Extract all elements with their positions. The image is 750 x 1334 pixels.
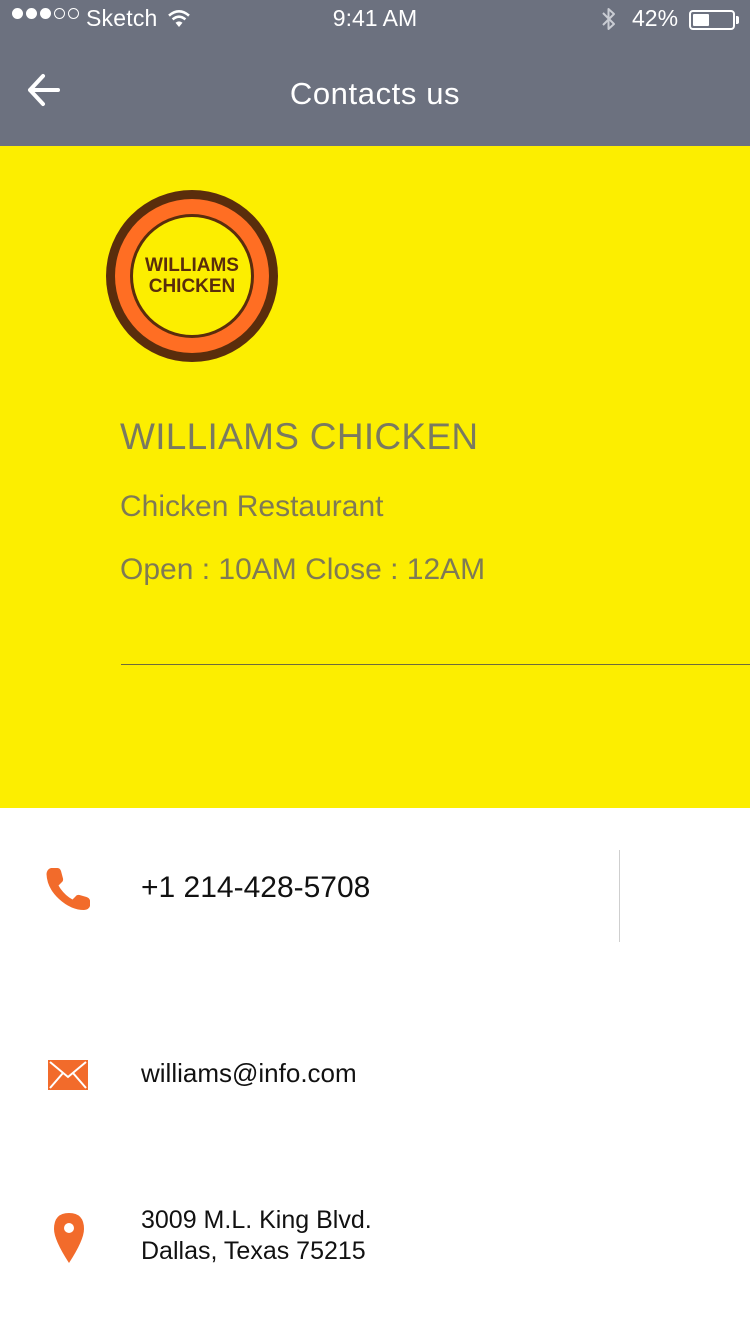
restaurant-name: WILLIAMS CHICKEN [120, 416, 479, 457]
page-title: Contacts us [289, 76, 461, 111]
bluetooth-icon [602, 8, 615, 30]
battery-percent: 42% [632, 5, 679, 31]
battery-icon [689, 10, 735, 30]
mail-icon [48, 1060, 88, 1090]
address-row[interactable]: 3009 M.L. King Blvd. Dallas, Texas 75215 [0, 1200, 750, 1270]
logo-text-line2: CHICKEN [148, 276, 236, 297]
email-row[interactable]: williams@info.com [0, 1045, 750, 1105]
opening-hours: Open : 10AM Close : 12AM [120, 553, 486, 586]
status-bar: Sketch 9:41 AM 42% [0, 0, 750, 38]
restaurant-logo: WILLIAMS CHICKEN [106, 190, 278, 362]
top-bar: Sketch 9:41 AM 42% Contacts us [0, 0, 750, 146]
restaurant-type: Chicken Restaurant [120, 490, 384, 523]
address-line2[interactable]: Dallas, Texas 75215 [141, 1237, 366, 1266]
logo-text-line1: WILLIAMS [145, 255, 239, 276]
battery-level-fill [693, 14, 709, 26]
battery-cap [736, 16, 739, 24]
phone-row[interactable]: +1 214-428-5708 [0, 850, 750, 942]
location-pin-icon [54, 1213, 84, 1263]
phone-row-separator [619, 850, 620, 942]
phone-number[interactable]: +1 214-428-5708 [141, 871, 370, 905]
restaurant-header: WILLIAMS CHICKEN WILLIAMS CHICKEN Chicke… [0, 146, 750, 808]
phone-icon [46, 868, 90, 910]
header-divider [121, 664, 750, 665]
address-line1[interactable]: 3009 M.L. King Blvd. [141, 1206, 372, 1235]
email-address[interactable]: williams@info.com [141, 1058, 357, 1089]
